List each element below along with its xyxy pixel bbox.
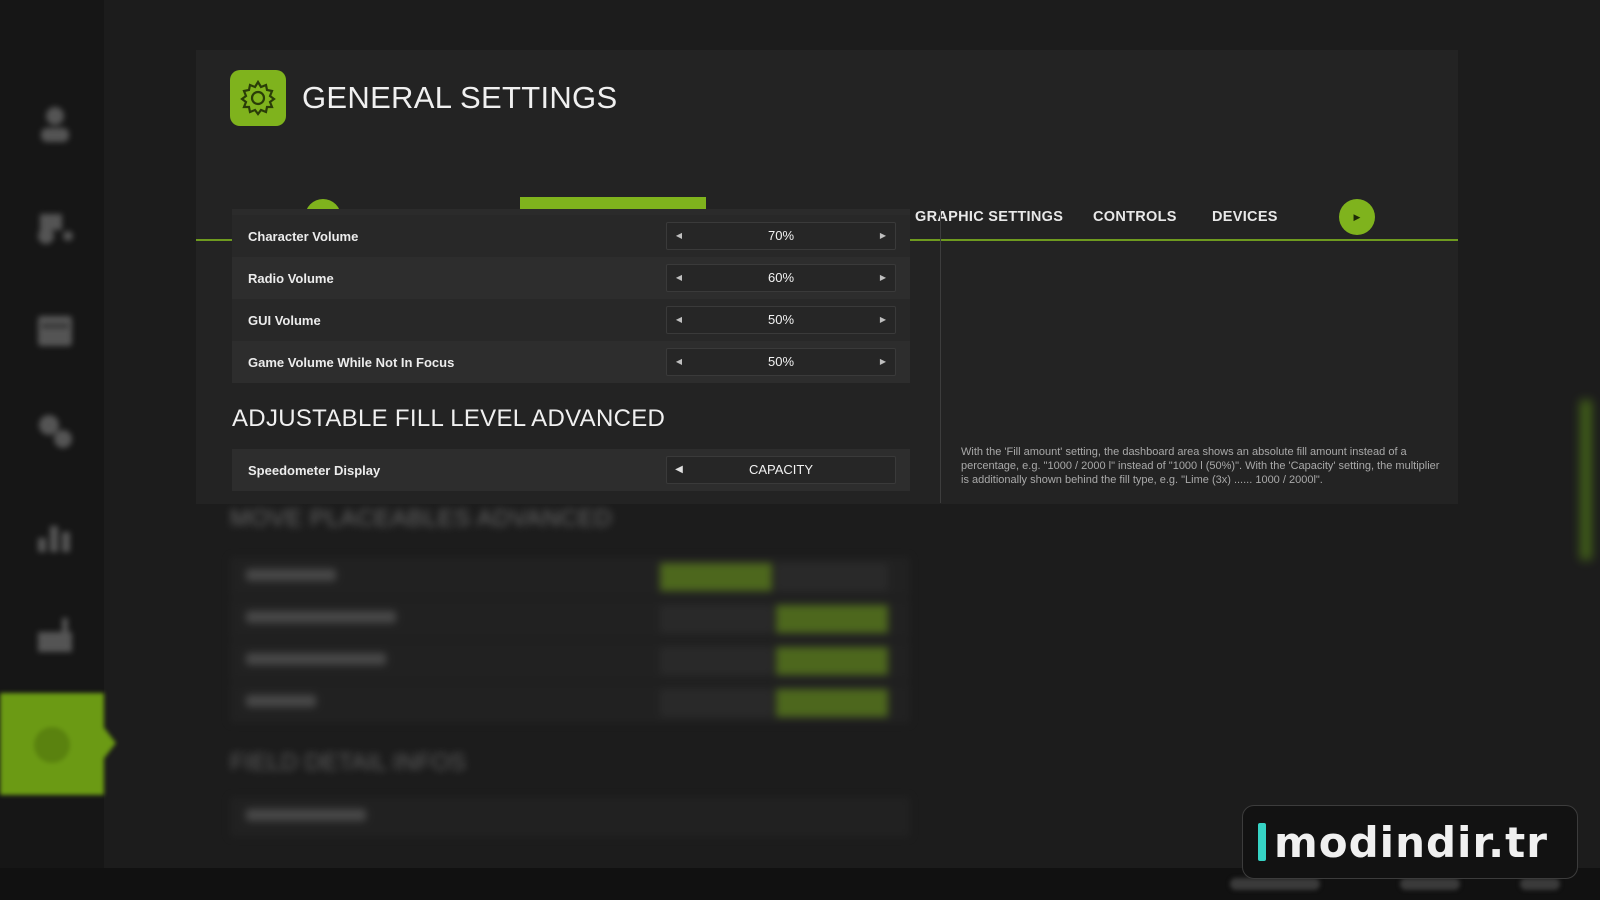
stepper-value: 50% [767,312,795,327]
blurred-row [230,641,910,681]
setting-row-radio-volume: Radio Volume ◀ 60% ▶ [232,257,910,299]
arrow-right-icon[interactable]: ▶ [871,349,895,375]
setting-description: With the 'Fill amount' setting, the dash… [961,446,1440,486]
watermark-text: modindir.tr [1274,817,1548,867]
calendar-icon[interactable] [32,306,78,352]
chart-icon[interactable] [32,510,78,556]
gears-icon[interactable] [32,408,78,454]
value-stepper[interactable]: ◀ 60% ▶ [666,264,896,292]
settings-list: Character Volume ◀ 70% ▶ Radio Volume ◀ … [232,209,910,491]
person-icon[interactable] [32,100,78,146]
value-stepper[interactable]: ◀ 50% ▶ [666,348,896,376]
setting-row-gui-volume: GUI Volume ◀ 50% ▶ [232,299,910,341]
arrow-left-icon[interactable]: ◀ [667,349,691,375]
blurred-row [230,599,910,639]
value-stepper[interactable]: ◀ 50% ▶ [666,306,896,334]
page-title: GENERAL SETTINGS [302,80,618,115]
tab-next-button[interactable]: ▶ [1339,199,1375,235]
setting-label: Speedometer Display [248,462,381,478]
value-stepper[interactable]: ◀ 70% ▶ [666,222,896,250]
arrow-right-icon[interactable]: ▶ [871,265,895,291]
arrow-right-icon[interactable]: ▶ [871,307,895,333]
blurred-row [230,557,910,597]
panel-header: GENERAL SETTINGS [230,70,617,126]
blurred-row [230,683,910,723]
setting-label: Game Volume While Not In Focus [248,354,455,370]
watermark-logo: modindir.tr [1242,805,1578,879]
tab-graphic-settings[interactable]: GRAPHIC SETTINGS [898,197,1080,239]
panel-divider [940,209,941,503]
value-stepper[interactable]: ◀ CAPACITY [666,456,896,484]
blurred-section-title-2: FIELD DETAIL INFOS [230,749,467,776]
sidebar-item-settings-active[interactable] [0,693,116,795]
setting-label: Radio Volume [248,270,334,286]
setting-row-character-volume: Character Volume ◀ 70% ▶ [232,215,910,257]
setting-label: Character Volume [248,228,359,244]
blurred-row [230,797,910,837]
arrow-left-icon[interactable]: ◀ [667,223,691,249]
setting-label: GUI Volume [248,312,321,328]
arrow-left-icon[interactable]: ◀ [667,307,691,333]
sidebar [0,0,116,900]
settings-icon [34,727,70,763]
stepper-value: 70% [767,228,795,243]
arrow-left-icon[interactable]: ◀ [667,265,691,291]
setting-row-game-volume-unfocused: Game Volume While Not In Focus ◀ 50% ▶ [232,341,910,383]
blurred-section-title: MOVE PLACEABLES ADVANCED [230,505,613,532]
stepper-value: 60% [767,270,795,285]
arrow-left-icon[interactable]: ◀ [667,457,691,483]
scrollbar[interactable] [1580,400,1592,560]
tab-devices[interactable]: DEVICES [1195,197,1295,239]
tab-controls[interactable]: CONTROLS [1076,197,1194,239]
stepper-value: CAPACITY [748,462,814,477]
tractor-icon[interactable] [32,202,78,248]
gear-icon [230,70,286,126]
section-title: ADJUSTABLE FILL LEVEL ADVANCED [232,405,666,432]
factory-icon[interactable] [32,612,78,658]
setting-row-speedometer-display: Speedometer Display ◀ CAPACITY [232,449,910,491]
arrow-right-icon[interactable]: ▶ [871,223,895,249]
chevron-right-icon: ▶ [1353,211,1361,222]
stepper-value: 50% [767,354,795,369]
watermark-bar [1258,823,1266,861]
blurred-background-settings: MOVE PLACEABLES ADVANCED FIELD DETAIL IN… [230,505,910,845]
